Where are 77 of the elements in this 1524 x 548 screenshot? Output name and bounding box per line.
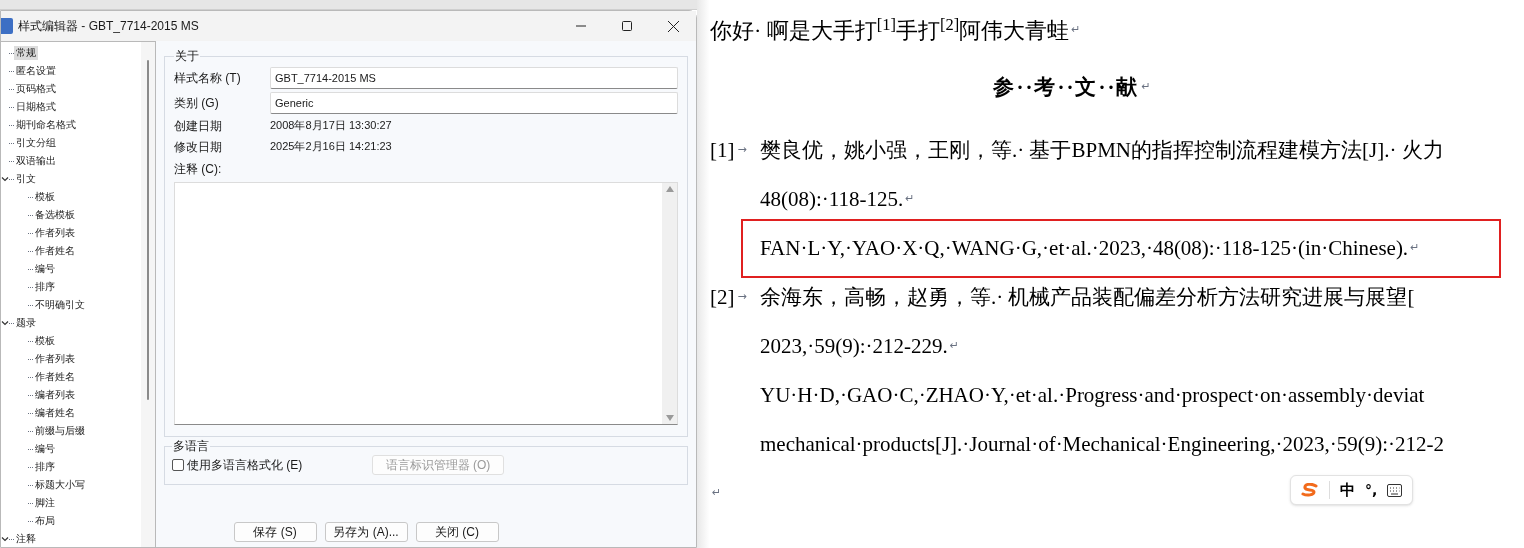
app-icon bbox=[1, 18, 13, 34]
section-heading: 参··考··文··献 bbox=[993, 73, 1140, 101]
reference-number: [1] bbox=[710, 136, 735, 164]
punctuation-toggle[interactable]: °, bbox=[1365, 479, 1378, 501]
chevron-down-icon[interactable] bbox=[1, 175, 9, 183]
tree-item[interactable]: 模板 bbox=[33, 334, 57, 348]
window-title: 样式编辑器 - GBT_7714-2015 MS bbox=[18, 18, 199, 35]
tree-item[interactable]: 脚注 bbox=[33, 496, 57, 510]
tree-item[interactable]: 匿名设置 bbox=[14, 64, 58, 78]
tree-item[interactable]: 常规 bbox=[14, 46, 38, 60]
paragraph-mark: ↵ bbox=[949, 338, 960, 355]
info-value: 2008年8月17日 13:30:27 bbox=[270, 118, 392, 134]
reference-text: YU·H·D,·GAO·C,·ZHAO·Y,·et·al.·Progress·and·prospect·on·assembly·deviat bbox=[760, 381, 1425, 409]
checkbox-label: 使用多语言格式化 (E) bbox=[187, 457, 303, 474]
tree-item[interactable]: 不明确引文 bbox=[33, 298, 87, 312]
tree-item[interactable]: 编者姓名 bbox=[33, 406, 77, 420]
info-label: 修改日期 bbox=[174, 138, 223, 156]
paragraph-mark: ↵ bbox=[1410, 240, 1420, 257]
reference-text: 2023,·59(9):·212-229. bbox=[760, 332, 948, 360]
tab-mark: → bbox=[737, 142, 747, 159]
info-label: 创建日期 bbox=[174, 117, 223, 135]
dialog-button[interactable]: 另存为 (A)... bbox=[324, 522, 408, 542]
tree-item[interactable]: 作者列表 bbox=[33, 352, 77, 366]
field-label: 样式名称 (T) bbox=[174, 70, 242, 87]
tree-item[interactable]: 布局 bbox=[33, 514, 57, 528]
tree-item[interactable]: 日期格式 bbox=[14, 100, 58, 114]
tree-item[interactable]: 标题大小写 bbox=[33, 478, 87, 492]
paragraph-mark: ↵ bbox=[905, 191, 915, 208]
reference-number: [2] bbox=[710, 283, 735, 311]
tree-item[interactable]: 备选模板 bbox=[33, 208, 77, 222]
field-label: 类别 (G) bbox=[174, 95, 220, 112]
tree-item[interactable]: 排序 bbox=[33, 280, 57, 294]
text-field[interactable]: Generic bbox=[270, 92, 678, 114]
s-logo-icon[interactable] bbox=[1301, 483, 1319, 497]
reference-text: mechanical·products[J].·Journal·of·Mechanical·Engineering,·2023,·59(9):·212-2 bbox=[760, 430, 1444, 458]
tree-item[interactable]: 排序 bbox=[33, 460, 57, 474]
keyboard-icon[interactable] bbox=[1387, 483, 1403, 497]
tree-item[interactable]: 注释 bbox=[14, 532, 38, 546]
group-title: 关于 bbox=[174, 48, 200, 65]
group-title: 多语言 bbox=[172, 438, 210, 455]
chevron-down-icon[interactable] bbox=[1, 535, 9, 543]
text-field[interactable]: GBT_7714-2015 MS bbox=[270, 67, 678, 89]
scroll-up-icon[interactable] bbox=[665, 186, 674, 192]
tree-item[interactable]: 编号 bbox=[33, 442, 57, 456]
dialog-button[interactable]: 保存 (S) bbox=[233, 522, 317, 542]
tree-item[interactable]: 编者列表 bbox=[33, 388, 77, 402]
tree-item[interactable]: 作者列表 bbox=[33, 226, 77, 240]
tab-mark: → bbox=[737, 289, 747, 306]
tree-item[interactable]: 编号 bbox=[33, 262, 57, 276]
tree-item[interactable]: 期刊命名格式 bbox=[14, 118, 78, 132]
reference-text: 余海东，高畅，赵勇，等.· 机械产品装配偏差分析方法研究进展与展望[ bbox=[760, 283, 1415, 311]
tree-item[interactable]: 作者姓名 bbox=[33, 244, 77, 258]
maximize-icon bbox=[622, 21, 632, 31]
reference-text: FAN·L·Y,·YAO·X·Q,·WANG·G,·et·al.·2023,·48(08):·118-125·(in·Chinese). bbox=[760, 234, 1409, 262]
scroll-down-icon[interactable] bbox=[665, 415, 674, 421]
chevron-down-icon[interactable] bbox=[1, 319, 9, 327]
info-value: 2025年2月16日 14:21:23 bbox=[270, 139, 392, 155]
tree-item[interactable]: 模板 bbox=[33, 190, 57, 204]
paragraph-mark: ↵ bbox=[1071, 22, 1081, 39]
tree-item[interactable]: 引文 bbox=[14, 172, 38, 186]
field-label: 注释 (C): bbox=[174, 161, 223, 178]
reference-text: 48(08):·118-125. bbox=[760, 185, 904, 213]
scrollbar-thumb[interactable] bbox=[147, 60, 149, 400]
tree-item[interactable]: 引文分组 bbox=[14, 136, 58, 150]
tree-item[interactable]: 作者姓名 bbox=[33, 370, 77, 384]
tree-item[interactable]: 页码格式 bbox=[14, 82, 58, 96]
paragraph-text: 你好· 啊是大手打$^{[1]}$手打$^{[2]}$阿伟大青蛙 bbox=[710, 14, 1070, 45]
paragraph-mark: ↵ bbox=[712, 485, 722, 502]
tree-item[interactable]: 双语输出 bbox=[14, 154, 58, 168]
reference-text: 樊良优，姚小强，王刚，等.· 基于BPMN的指挥控制流程建模方法[J].· 火力 bbox=[760, 136, 1444, 164]
paragraph-mark: ↵ bbox=[1141, 79, 1151, 96]
close-icon bbox=[667, 20, 679, 32]
dialog-button[interactable]: 关闭 (C) bbox=[415, 522, 499, 542]
tree-item[interactable]: 题录 bbox=[14, 316, 38, 330]
tree-item[interactable]: 前缀与后缀 bbox=[33, 424, 87, 438]
checkbox[interactable] bbox=[172, 459, 184, 471]
input-mode-toggle[interactable]: 中 bbox=[1340, 478, 1355, 502]
